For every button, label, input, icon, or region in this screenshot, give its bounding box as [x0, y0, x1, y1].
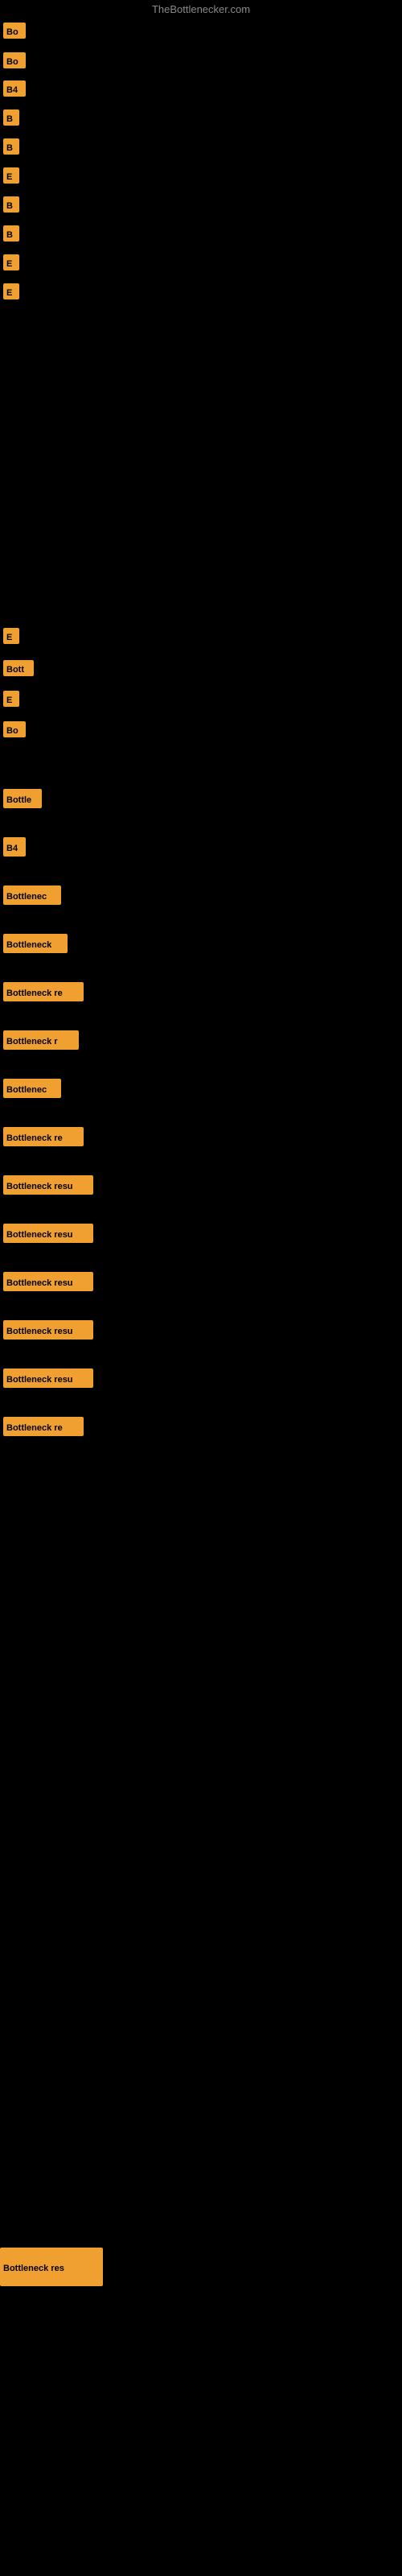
badge-b26: Bottleneck resu [3, 1320, 93, 1340]
badge-b25: Bottleneck resu [3, 1272, 93, 1291]
badge-b21: Bottlenec [3, 1079, 61, 1098]
badge-b6: E [3, 167, 19, 184]
badge-b19: Bottleneck re [3, 982, 84, 1001]
badge-b24: Bottleneck resu [3, 1224, 93, 1243]
badge-b10: E [3, 283, 19, 299]
badge-b13: E [3, 691, 19, 707]
badge-b17: Bottlenec [3, 886, 61, 905]
badge-b14: Bo [3, 721, 26, 737]
badge-b1: Bo [3, 23, 26, 39]
badge-b29: Bottleneck res [0, 2248, 103, 2286]
badge-b20: Bottleneck r [3, 1030, 79, 1050]
badge-b28: Bottleneck re [3, 1417, 84, 1436]
badge-b16: B4 [3, 837, 26, 857]
badge-b2: Bo [3, 52, 26, 68]
badge-b15: Bottle [3, 789, 42, 808]
badge-b12: Bott [3, 660, 34, 676]
badge-b7: B [3, 196, 19, 213]
site-title: TheBottlenecker.com [152, 3, 250, 15]
badge-b23: Bottleneck resu [3, 1175, 93, 1195]
badge-b5: B [3, 138, 19, 155]
badge-b11: E [3, 628, 19, 644]
badge-b8: B [3, 225, 19, 242]
badge-b3: B4 [3, 80, 26, 97]
badge-b22: Bottleneck re [3, 1127, 84, 1146]
badge-b27: Bottleneck resu [3, 1368, 93, 1388]
badge-b4: B [3, 109, 19, 126]
badge-b18: Bottleneck [3, 934, 68, 953]
badge-b9: E [3, 254, 19, 270]
